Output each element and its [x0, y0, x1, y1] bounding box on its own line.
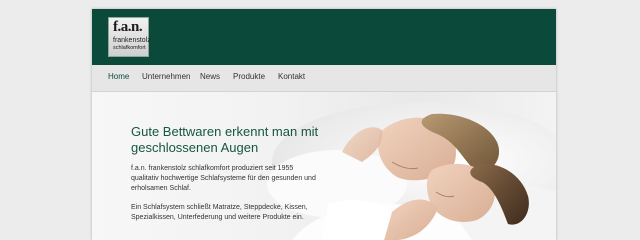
nav-item-news[interactable]: News	[200, 72, 220, 82]
hero-title: Gute Bettwaren erkennt man mit geschloss…	[131, 124, 319, 155]
hero-paragraph-2: Ein Schlafsystem schließt Matratze, Step…	[131, 204, 308, 221]
hero-paragraph-1: f.a.n. frankenstolz schlafkomfort produz…	[131, 165, 316, 192]
brand-logo[interactable]: f.a.n. frankenstolz schlafkomfort	[108, 17, 151, 57]
logo-mark: f.a.n.	[113, 19, 143, 35]
nav-item-produkte[interactable]: Produkte	[233, 72, 265, 82]
site-header: f.a.n. frankenstolz schlafkomfort	[92, 9, 556, 65]
logo-line-1: frankenstolz	[113, 37, 151, 44]
main-nav: Home Unternehmen News Produkte Kontakt	[92, 65, 556, 92]
logo-line-2: schlafkomfort	[113, 45, 146, 51]
nav-item-home[interactable]: Home	[108, 72, 129, 82]
page-container: f.a.n. frankenstolz schlafkomfort Home U…	[92, 9, 556, 240]
nav-item-unternehmen[interactable]: Unternehmen	[142, 72, 190, 82]
hero-banner: Gute Bettwaren erkennt man mit geschloss…	[92, 92, 556, 240]
nav-item-kontakt[interactable]: Kontakt	[278, 72, 305, 82]
